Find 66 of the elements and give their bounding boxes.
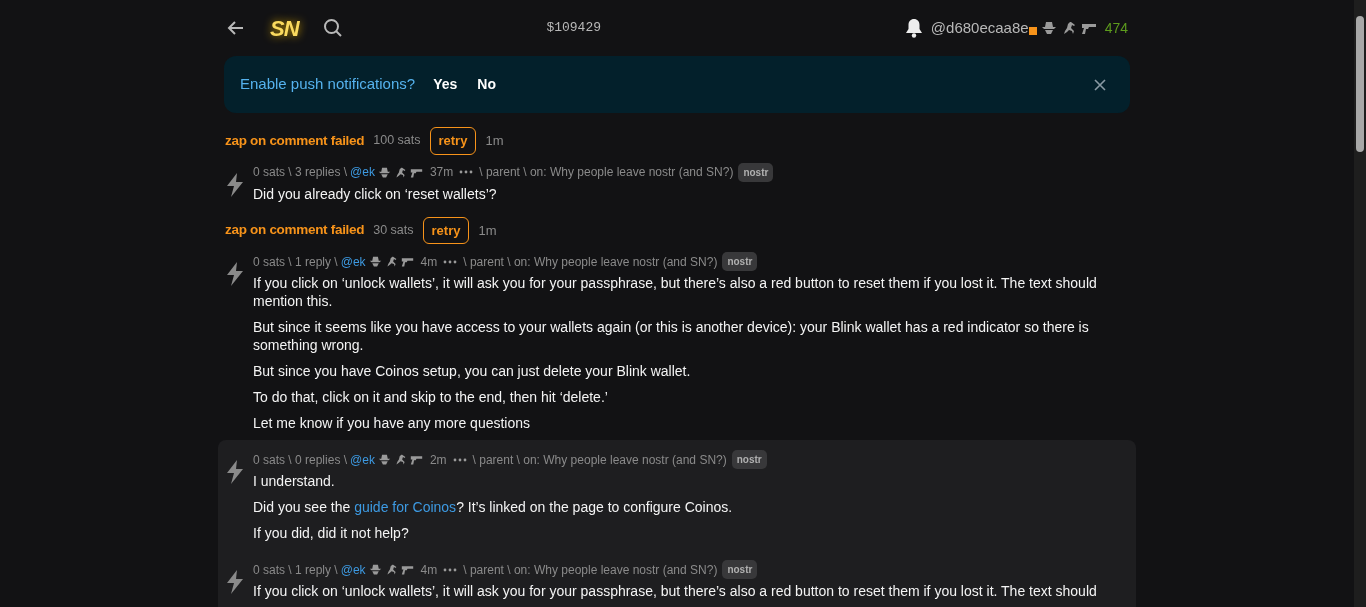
hat-icon	[377, 453, 391, 466]
comment-context[interactable]: \ parent \ on: Why people leave nostr (and SN?)	[463, 560, 718, 579]
gun-icon	[400, 255, 414, 268]
sub-tag[interactable]: nostr	[722, 252, 758, 271]
lightning-icon[interactable]	[225, 460, 245, 484]
sats-count: 474	[1104, 18, 1128, 38]
comment-text: Let me know if you have any more questions	[253, 414, 532, 432]
more-icon[interactable]	[459, 170, 474, 174]
user-link[interactable]: @ek	[350, 163, 375, 181]
gun-icon	[400, 563, 414, 576]
timestamp: 4m	[420, 561, 438, 579]
sub-tag[interactable]: nostr	[722, 560, 758, 579]
hat-icon	[368, 563, 382, 576]
retry-button[interactable]: retry	[422, 216, 470, 244]
timestamp: 1m	[485, 132, 504, 150]
comment-context[interactable]: \ parent \ on: Why people leave nostr (and SN?)	[479, 163, 734, 181]
sub-tag[interactable]: nostr	[731, 450, 767, 469]
timestamp: 2m	[429, 451, 447, 469]
guide-link[interactable]: guide for Coinos	[354, 499, 457, 515]
comment-context[interactable]: \ parent \ on: Why people leave nostr (and SN?)	[472, 450, 727, 469]
comment-text: If you did, did it not help?	[253, 524, 410, 542]
comment-text: If you click on ‘unlock wallets’, it will ask you for your passphrase, but there’s also a red button to reset them if you lost it. The text should mention this.	[253, 274, 1098, 310]
zap-amount: 100 sats	[373, 132, 421, 150]
lightning-icon[interactable]	[225, 570, 245, 594]
timestamp: 1m	[478, 221, 497, 240]
username-link[interactable]: @d680ecaa8e	[930, 16, 1029, 40]
zap-failed-title: zap on comment failed	[225, 221, 365, 240]
comment-context[interactable]: \ parent \ on: Why people leave nostr (and SN?)	[463, 252, 718, 271]
banner-button[interactable]: Yes	[427, 74, 464, 95]
comment-stats: 0 sats \ 0 replies \	[253, 451, 348, 469]
more-icon[interactable]	[452, 457, 467, 462]
hat-icon	[368, 255, 382, 268]
sub-tag[interactable]: nostr	[738, 162, 774, 182]
retry-button[interactable]: retry	[429, 127, 477, 155]
timestamp: 4m	[420, 253, 438, 271]
hat-icon	[1040, 20, 1057, 36]
zap-failed-title: zap on comment failed	[225, 131, 365, 150]
comment-text: Did you see the guide for Coinos? It’s linked on the page to configure Coinos.	[253, 498, 734, 516]
hat-icon	[377, 165, 391, 179]
close-button[interactable]	[1094, 78, 1106, 91]
banner-button[interactable]: No	[471, 74, 502, 95]
zap-amount: 30 sats	[373, 221, 414, 239]
lightning-icon[interactable]	[225, 262, 245, 286]
user-link[interactable]: @ek	[340, 560, 366, 579]
banner-text: Enable push notifications?	[240, 74, 416, 95]
price-ticker[interactable]: $109429	[546, 18, 601, 38]
search-icon[interactable]	[322, 18, 343, 38]
bell-icon[interactable]	[904, 18, 923, 38]
comment-text: Did you already click on ‘reset wallets’?	[253, 184, 498, 203]
comment-text: I understand.	[253, 472, 336, 490]
comment-text: But since it seems like you have access to your wallets again (or this is another device): your Blink wallet has a red indicator so there is something wrong.	[253, 318, 1090, 354]
comment-stats: 0 sats \ 1 reply \	[253, 253, 338, 271]
comment-text: To do that, click on it and skip to the end, then hit ‘delete.’	[253, 388, 609, 406]
scrollbar[interactable]	[1354, 0, 1366, 607]
lightning-icon[interactable]	[225, 172, 245, 197]
user-link[interactable]: @ek	[340, 252, 366, 271]
comment-text: If you click on ‘unlock wallets’, it will ask you for your passphrase, but there’s also a red button to reset them if you lost it. The text should	[253, 582, 1098, 600]
comment-stats: 0 sats \ 1 reply \	[253, 561, 338, 579]
gun-icon	[409, 453, 423, 466]
timestamp: 37m	[429, 164, 454, 181]
comment-stats: 0 sats \ 3 replies \	[253, 164, 348, 181]
more-icon[interactable]	[443, 259, 458, 264]
more-icon[interactable]	[443, 567, 458, 572]
logo[interactable]: SN	[270, 11, 299, 45]
user-link[interactable]: @ek	[350, 450, 375, 469]
comment-text: But since you have Coinos setup, you can just delete your Blink wallet.	[253, 362, 692, 380]
